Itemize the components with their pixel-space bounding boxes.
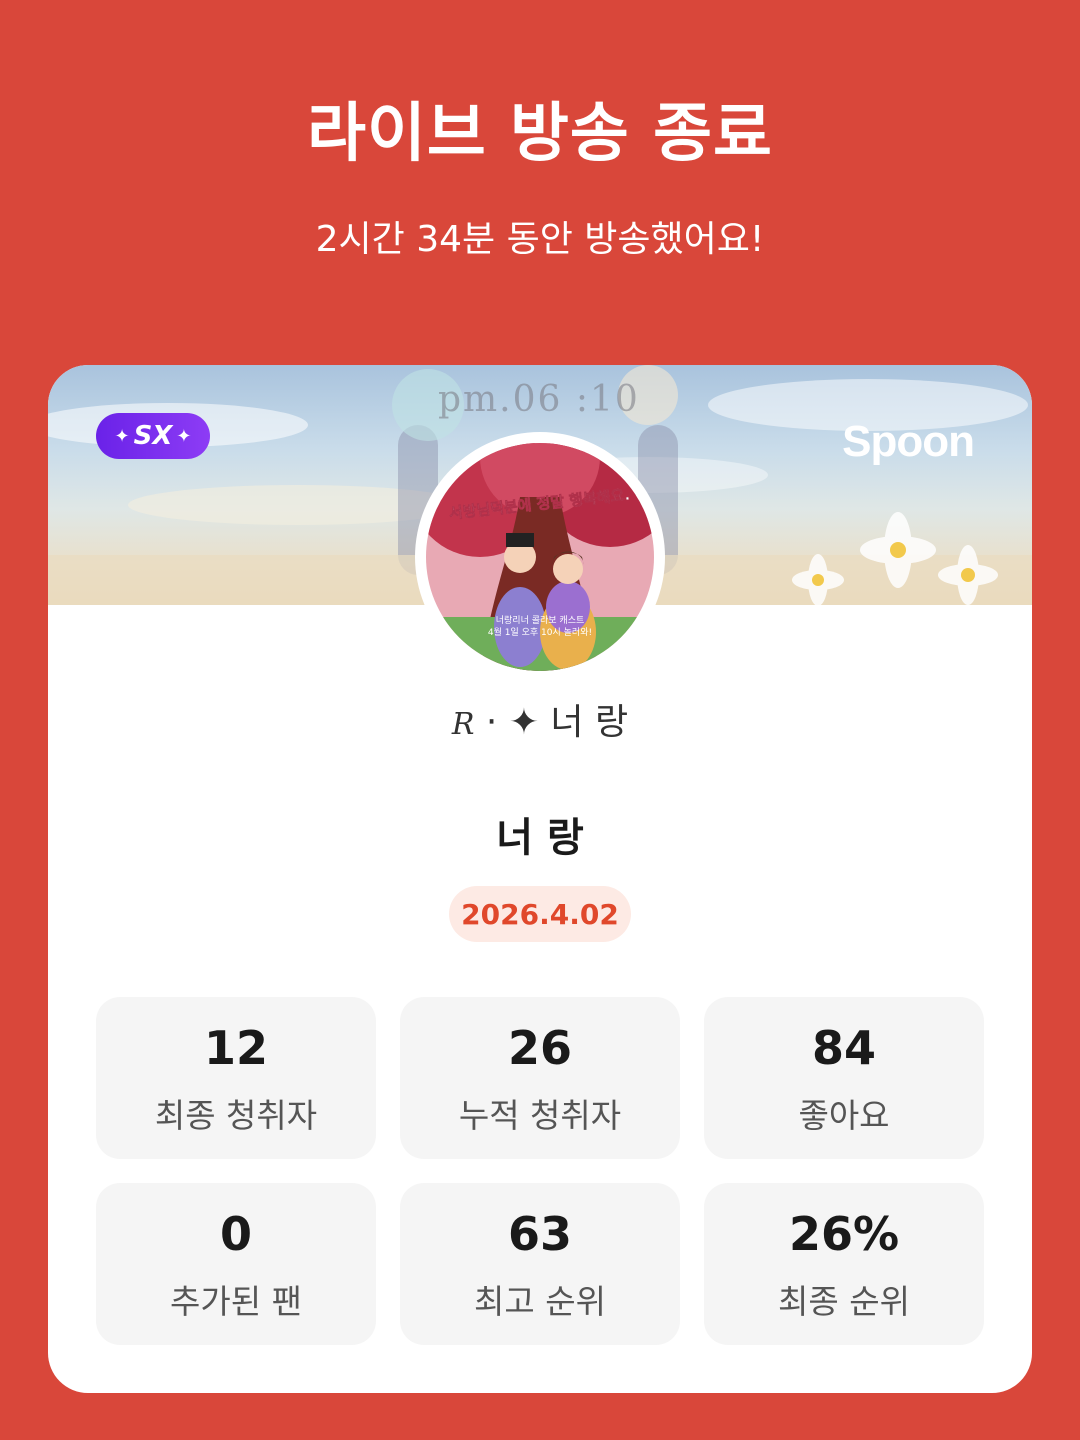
- page-title: 라이브 방송 종료: [307, 97, 773, 171]
- stat-label: 최종 순위: [778, 1281, 910, 1321]
- stat-label: 최고 순위: [474, 1281, 606, 1321]
- stat-final-listeners: 12 최종 청취자: [96, 997, 376, 1159]
- stat-value: 84: [811, 1020, 876, 1075]
- sparkle-icon: ✦: [114, 425, 130, 447]
- stat-label: 최종 청취자: [154, 1095, 318, 1135]
- stat-label: 누적 청취자: [458, 1095, 622, 1135]
- avatar-caption-line-2: 4월 1일 오후 10시 놀러와!: [488, 626, 592, 638]
- stat-label: 좋아요: [798, 1095, 890, 1135]
- broadcast-summary-card: pm.06 :10 ✦ SX ✦ Spoon 서방님덕분에 정말 행복해요. 너…: [48, 365, 1032, 1393]
- avatar-artwork: 서방님덕분에 정말 행복해요. 너랑리너 콜라보 캐스트 4월 1일 오후 10…: [426, 443, 654, 671]
- broadcast-duration: 2시간 34분 동안 방송했어요!: [315, 219, 765, 260]
- stat-label: 추가된 팬: [170, 1281, 302, 1321]
- spoon-logo: Spoon: [842, 417, 975, 466]
- broadcast-date: 2026.4.02: [449, 886, 631, 942]
- stat-new-fans: 0 추가된 팬: [96, 1183, 376, 1345]
- sx-badge-label: SX: [133, 421, 173, 451]
- sparkle-icon: ✦: [176, 425, 192, 447]
- avatar-caption-line-1: 너랑리너 콜라보 캐스트: [496, 614, 585, 626]
- stat-value: 0: [219, 1206, 252, 1261]
- stat-best-rank: 63 최고 순위: [400, 1183, 680, 1345]
- dj-nickname: R ⋅ ✦ 너 랑: [48, 693, 1032, 745]
- stat-likes: 84 좋아요: [704, 997, 984, 1159]
- stat-final-rank: 26% 최종 순위: [704, 1183, 984, 1345]
- stat-value: 26%: [788, 1206, 900, 1261]
- dj-nickname-text: 너 랑: [550, 702, 629, 743]
- stats-grid: 12 최종 청취자 26 누적 청취자 84 좋아요 0 추가된 팬 63 최고…: [96, 997, 984, 1345]
- dj-name: 너 랑: [496, 815, 584, 861]
- dj-nickname-script: R: [451, 707, 475, 742]
- avatar: 서방님덕분에 정말 행복해요. 너랑리너 콜라보 캐스트 4월 1일 오후 10…: [420, 437, 660, 677]
- stat-value: 12: [203, 1020, 268, 1075]
- stat-total-listeners: 26 누적 청취자: [400, 997, 680, 1159]
- sparkle-icon: ⋅ ✦: [474, 702, 551, 743]
- banner-art-text: pm.06 :10: [438, 379, 640, 420]
- stat-value: 63: [507, 1206, 572, 1261]
- stat-value: 26: [507, 1020, 572, 1075]
- sx-badge: ✦ SX ✦: [96, 413, 210, 459]
